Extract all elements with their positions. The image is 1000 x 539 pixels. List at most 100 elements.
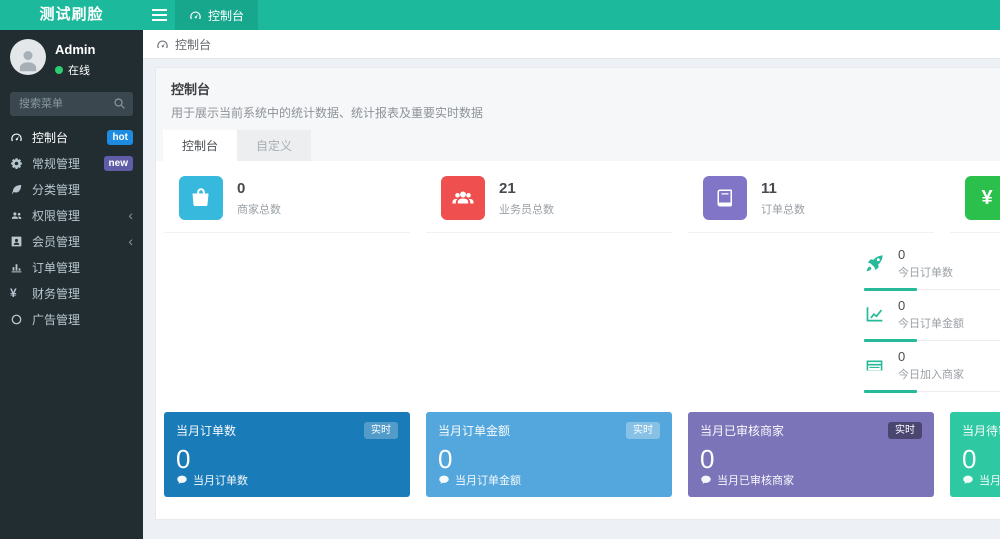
today-new-merchants: 0 今日加入商家: [864, 349, 1000, 392]
breadcrumb[interactable]: 控制台: [143, 30, 1000, 59]
month-card-value: 0: [176, 446, 398, 472]
user-info: Admin 在线: [55, 39, 95, 78]
today-stat-text: 0 今日订单数: [898, 247, 953, 280]
chevron-left-icon: ‹: [128, 234, 133, 248]
month-card-header: 当月已审核商家 实时: [700, 422, 922, 439]
sidebar-item-finance[interactable]: ¥ 财务管理: [0, 280, 143, 306]
content-area: 控制台 控制台 用于展示当前系统中的统计数据、统计报表及重要实时数据 控制台 自…: [143, 30, 1000, 539]
member-card-icon: [10, 235, 24, 248]
month-card-value: 0: [438, 446, 660, 472]
today-stat-text: 0 今日订单金额: [898, 298, 964, 331]
cogs-icon: [10, 157, 24, 170]
hamburger-menu-icon[interactable]: [143, 0, 175, 30]
stat-amount-total: ¥: [950, 174, 1000, 233]
stats-row: 0 商家总数 21 业务员总数: [164, 174, 1000, 233]
month-card-title: 当月订单数: [176, 422, 236, 439]
month-card-pending: 当月待审核商家 实时 0 当月待审核商家: [950, 412, 1000, 497]
month-card-orders: 当月订单数 实时 0 当月订单数: [164, 412, 410, 497]
user-name: Admin: [55, 42, 95, 57]
sidebar-item-label: 广告管理: [32, 311, 80, 328]
breadcrumb-label: 控制台: [175, 36, 211, 53]
stat-value: 11: [761, 180, 805, 197]
month-card-footer: 当月已审核商家: [700, 472, 794, 488]
sidebar-item-label: 财务管理: [32, 285, 80, 302]
today-stat-label: 今日订单金额: [898, 315, 964, 331]
comment-icon: [700, 474, 712, 486]
online-status-dot: [55, 66, 63, 74]
avatar: [10, 39, 46, 75]
sidebar-item-members[interactable]: 会员管理 ‹: [0, 228, 143, 254]
sidebar-item-general[interactable]: 常规管理 new: [0, 150, 143, 176]
stat-text: 0 商家总数: [237, 180, 281, 217]
stat-order-total: 11 订单总数: [688, 174, 934, 233]
today-orders: 0 今日订单数: [864, 247, 1000, 290]
today-stat-label: 今日加入商家: [898, 366, 964, 382]
today-stat-value: 0: [898, 298, 964, 313]
sidebar-item-label: 控制台: [32, 129, 68, 146]
month-card-title: 当月待审核商家: [962, 422, 1000, 439]
panel-title: 控制台: [171, 79, 1000, 98]
progress-bar: [864, 339, 917, 342]
progress-bar: [864, 390, 917, 393]
user-panel: Admin 在线: [0, 30, 143, 84]
new-badge: new: [104, 156, 133, 171]
today-stat-text: 0 今日加入商家: [898, 349, 964, 382]
month-card-title: 当月订单金额: [438, 422, 510, 439]
month-card-footer: 当月订单数: [176, 472, 248, 488]
stat-value: 21: [499, 180, 554, 197]
month-card-header: 当月订单金额 实时: [438, 422, 660, 439]
sidebar-search: [10, 92, 133, 116]
month-card-footer: 当月订单金额: [438, 472, 521, 488]
month-card-reviewed: 当月已审核商家 实时 0 当月已审核商家: [688, 412, 934, 497]
navbar-tab-dashboard[interactable]: 控制台: [175, 0, 258, 30]
search-icon[interactable]: [113, 97, 126, 115]
today-stat-value: 0: [898, 247, 953, 262]
sidebar-item-category[interactable]: 分类管理: [0, 176, 143, 202]
today-stat-value: 0: [898, 349, 964, 364]
sidebar-item-permissions[interactable]: 权限管理 ‹: [0, 202, 143, 228]
sidebar-item-ads[interactable]: 广告管理: [0, 306, 143, 332]
month-card-title: 当月已审核商家: [700, 422, 784, 439]
comment-icon: [962, 474, 974, 486]
month-card-value: 0: [700, 446, 922, 472]
navbar-tab-label: 控制台: [208, 7, 244, 24]
stat-text: 11 订单总数: [761, 180, 805, 217]
sidebar-menu: 控制台 hot 常规管理 new 分类管理 权限管理 ‹ 会员管理 ‹: [0, 124, 143, 332]
month-cards-row: 当月订单数 实时 0 当月订单数 当月订单金额 实时: [164, 412, 1000, 497]
users-group-icon: [441, 176, 485, 220]
realtime-badge: 实时: [888, 422, 922, 439]
dashboard-icon: [156, 38, 169, 51]
panel-subtitle: 用于展示当前系统中的统计数据、统计报表及重要实时数据: [171, 104, 1000, 121]
month-card-footer-label: 当月待审核商家: [979, 472, 1000, 488]
sidebar-item-dashboard[interactable]: 控制台 hot: [0, 124, 143, 150]
tab-dashboard[interactable]: 控制台: [163, 130, 237, 161]
book-icon: [703, 176, 747, 220]
tab-custom[interactable]: 自定义: [237, 130, 311, 161]
stat-salesperson-total: 21 业务员总数: [426, 174, 672, 233]
month-card-value: 0: [962, 446, 1000, 472]
panel-tabs: 控制台 自定义: [156, 130, 1000, 161]
comment-icon: [438, 474, 450, 486]
stat-text: 21 业务员总数: [499, 180, 554, 217]
dashboard-icon: [10, 131, 24, 144]
realtime-badge: 实时: [364, 422, 398, 439]
comment-icon: [176, 474, 188, 486]
month-card-footer: 当月待审核商家: [962, 472, 1000, 488]
leaf-icon: [10, 183, 24, 196]
month-card-footer-label: 当月订单数: [193, 472, 248, 488]
realtime-badge: 实时: [626, 422, 660, 439]
today-amount: 0 今日订单金额: [864, 298, 1000, 341]
person-icon: [13, 45, 43, 75]
progress-bar: [864, 288, 917, 291]
today-stats: 0 今日订单数 0 今日订单金额: [864, 247, 1000, 392]
rocket-icon: [864, 247, 888, 280]
panel-header: 控制台 用于展示当前系统中的统计数据、统计报表及重要实时数据: [156, 68, 1000, 130]
sidebar-item-label: 订单管理: [32, 259, 80, 276]
stat-label: 业务员总数: [499, 201, 554, 217]
user-status: 在线: [55, 62, 95, 78]
app-window: 测试刷脸 Admin 在线 控制台 hot: [0, 0, 1000, 539]
month-card-footer-label: 当月已审核商家: [717, 472, 794, 488]
sidebar-item-orders[interactable]: 订单管理: [0, 254, 143, 280]
stat-label: 商家总数: [237, 201, 281, 217]
app-logo[interactable]: 测试刷脸: [0, 0, 143, 30]
